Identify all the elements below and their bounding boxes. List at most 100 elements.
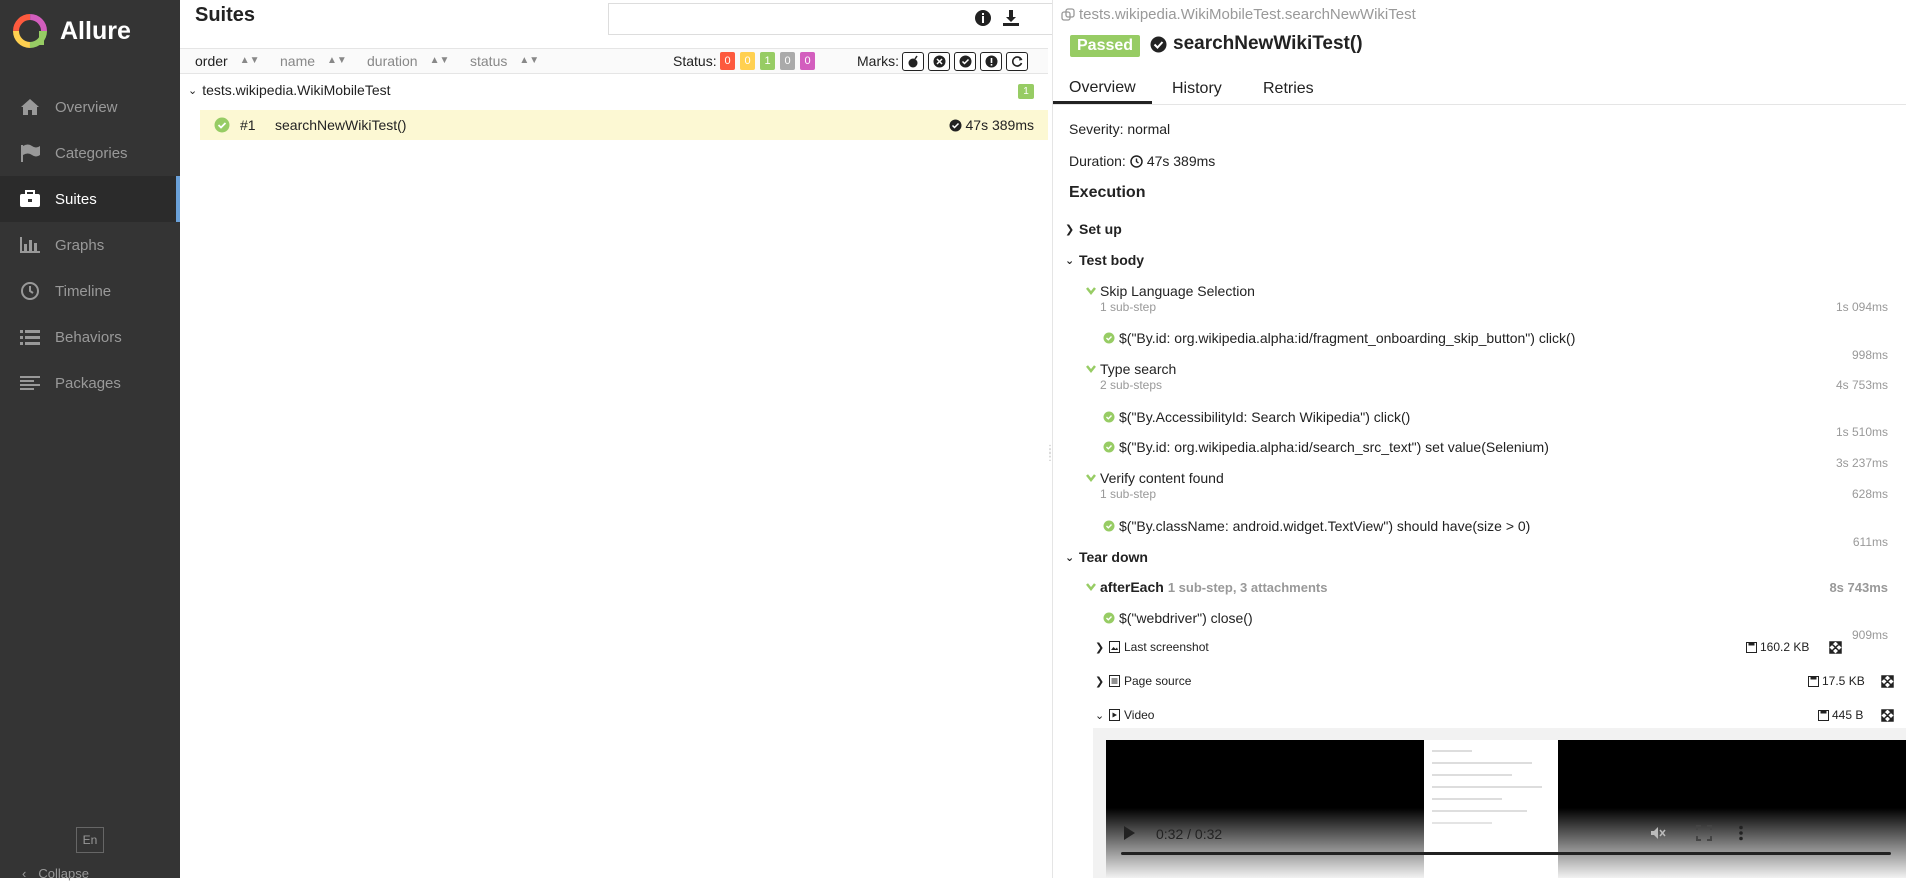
- sidebar-item-timeline[interactable]: Timeline: [0, 268, 180, 314]
- status-unknown-toggle[interactable]: 0: [800, 52, 815, 70]
- status-passed-toggle[interactable]: 1: [760, 52, 775, 70]
- tab-retries[interactable]: Retries: [1247, 74, 1330, 104]
- sort-status-label: status: [470, 53, 508, 69]
- mark-new-broken-toggle[interactable]: [980, 52, 1002, 71]
- substep-row[interactable]: $("By.AccessibilityId: Search Wikipedia"…: [1103, 409, 1410, 425]
- sort-duration[interactable]: duration ▲▼: [367, 53, 449, 69]
- sidebar-item-label: Packages: [55, 374, 121, 392]
- breadcrumb[interactable]: tests.wikipedia.WikiMobileTest.searchNew…: [1061, 6, 1416, 23]
- substep-row[interactable]: $("webdriver") close(): [1103, 610, 1253, 626]
- text-file-icon: [1109, 675, 1120, 687]
- step-name: $("By.AccessibilityId: Search Wikipedia"…: [1119, 409, 1411, 425]
- video-player[interactable]: 0:32 / 0:32: [1106, 740, 1906, 878]
- chevron-left-icon: ‹: [22, 866, 27, 881]
- sort-status[interactable]: status ▲▼: [470, 53, 539, 69]
- fullscreen-icon[interactable]: [1696, 825, 1712, 841]
- substep-row[interactable]: $("By.id: org.wikipedia.alpha:id/fragmen…: [1103, 330, 1575, 346]
- setup-section-toggle[interactable]: ❯ Set up: [1065, 221, 1122, 237]
- status-failed-toggle[interactable]: 0: [720, 52, 735, 70]
- video-progress-bar[interactable]: [1121, 852, 1891, 855]
- x-circle-icon: [933, 55, 945, 68]
- chevron-down-icon: ⌄: [1065, 551, 1075, 564]
- passed-status-icon: [1103, 411, 1115, 423]
- setup-label: Set up: [1079, 221, 1122, 237]
- clock-icon: [19, 281, 41, 301]
- attachment-row-video[interactable]: ⌄ Video: [1095, 708, 1154, 722]
- step-row[interactable]: Skip Language Selection: [1085, 283, 1255, 299]
- sidebar-item-categories[interactable]: Categories: [0, 130, 180, 176]
- app-logo[interactable]: Allure: [12, 13, 131, 49]
- sort-arrows-icon: ▲▼: [519, 55, 540, 66]
- step-name: Type search: [1100, 361, 1177, 377]
- detail-tabs: Overview History Retries: [1053, 68, 1906, 105]
- play-icon[interactable]: [1124, 826, 1135, 840]
- test-name: searchNewWikiTest(): [275, 117, 407, 133]
- step-time: 4s 753ms: [1835, 378, 1888, 392]
- home-icon: [19, 97, 41, 117]
- duration-line: Duration: 47s 389ms: [1069, 153, 1215, 169]
- table-row[interactable]: #1 searchNewWikiTest() 47s 389ms: [200, 110, 1048, 140]
- teardown-section-toggle[interactable]: ⌄ Tear down: [1065, 549, 1148, 565]
- more-vertical-icon[interactable]: [1738, 825, 1744, 841]
- attachment-row-screenshot[interactable]: ❯ Last screenshot: [1095, 640, 1209, 654]
- sidebar-item-packages[interactable]: Packages: [0, 360, 180, 406]
- info-icon[interactable]: [973, 8, 993, 28]
- mark-new-failed-toggle[interactable]: [928, 52, 950, 71]
- clock-icon: [1130, 154, 1143, 168]
- page-title: Suites: [195, 4, 256, 26]
- status-badge: Passed: [1070, 35, 1141, 57]
- attachment-row-page-source[interactable]: ❯ Page source: [1095, 674, 1191, 688]
- mark-retries-toggle[interactable]: [1006, 52, 1028, 71]
- sidebar: Allure Overview Categories Suites Graphs: [0, 0, 180, 881]
- step-row[interactable]: Type search: [1085, 361, 1176, 377]
- sidebar-item-suites[interactable]: Suites: [0, 176, 180, 222]
- sidebar-item-label: Categories: [55, 144, 128, 162]
- step-substep-count: 1 sub-step: [1100, 487, 1157, 501]
- expand-icon[interactable]: [1881, 709, 1894, 722]
- step-name: Skip Language Selection: [1100, 283, 1255, 299]
- sidebar-item-overview[interactable]: Overview: [0, 84, 180, 130]
- sidebar-item-behaviors[interactable]: Behaviors: [0, 314, 180, 360]
- suite-group-name: tests.wikipedia.WikiMobileTest: [202, 82, 391, 98]
- link-icon: [1061, 7, 1075, 21]
- chevron-down-icon: ⌄: [1095, 709, 1105, 722]
- step-time: 1s 094ms: [1835, 300, 1888, 314]
- suite-group-row[interactable]: ⌄ tests.wikipedia.WikiMobileTest: [188, 82, 391, 98]
- mark-flaky-toggle[interactable]: [902, 52, 924, 71]
- expand-icon[interactable]: [1829, 641, 1842, 654]
- chevron-right-icon: ❯: [1095, 675, 1105, 688]
- sort-toolbar: order ▲▼ name ▲▼ duration ▲▼ status ▲▼ Statu…: [180, 48, 1048, 74]
- after-each-row[interactable]: afterEach 1 sub-step, 3 attachments: [1085, 579, 1327, 595]
- flag-icon: [19, 143, 41, 163]
- substep-row[interactable]: $("By.id: org.wikipedia.alpha:id/search_…: [1103, 439, 1549, 455]
- chevron-right-icon: ❯: [1065, 223, 1075, 236]
- volume-muted-icon[interactable]: [1650, 825, 1666, 841]
- attachment-name: Video: [1124, 708, 1155, 722]
- expand-icon[interactable]: [1881, 675, 1894, 688]
- bomb-icon: [908, 55, 918, 68]
- execution-heading: Execution: [1069, 184, 1146, 201]
- attachment-size: 160.2 KB: [1746, 640, 1809, 654]
- sidebar-item-label: Graphs: [55, 236, 105, 254]
- sort-name[interactable]: name ▲▼: [280, 53, 347, 69]
- language-switch[interactable]: En: [76, 827, 104, 853]
- tab-history[interactable]: History: [1156, 74, 1238, 104]
- collapse-button[interactable]: ‹ Collapse: [22, 866, 89, 881]
- chevron-down-icon: ⌄: [1065, 254, 1075, 267]
- substep-row[interactable]: $("By.className: android.widget.TextView…: [1103, 518, 1530, 534]
- video-file-icon: [1109, 709, 1120, 721]
- tab-overview[interactable]: Overview: [1053, 74, 1152, 104]
- status-skipped-toggle[interactable]: 0: [780, 52, 795, 70]
- download-icon[interactable]: [1001, 8, 1021, 28]
- sort-arrows-icon: ▲▼: [429, 55, 450, 66]
- step-row[interactable]: Verify content found: [1085, 470, 1224, 486]
- sort-order-label: order: [195, 53, 228, 69]
- pane-resize-handle[interactable]: ⋮ ⋮ ⋮: [1045, 445, 1055, 480]
- step-time: 628ms: [1851, 487, 1888, 501]
- sort-order[interactable]: order ▲▼: [195, 53, 259, 69]
- attachment-size-value: 160.2 KB: [1760, 640, 1810, 654]
- mark-new-passed-toggle[interactable]: [954, 52, 976, 71]
- sidebar-item-graphs[interactable]: Graphs: [0, 222, 180, 268]
- test-body-section-toggle[interactable]: ⌄ Test body: [1065, 252, 1144, 268]
- status-broken-toggle[interactable]: 0: [740, 52, 755, 70]
